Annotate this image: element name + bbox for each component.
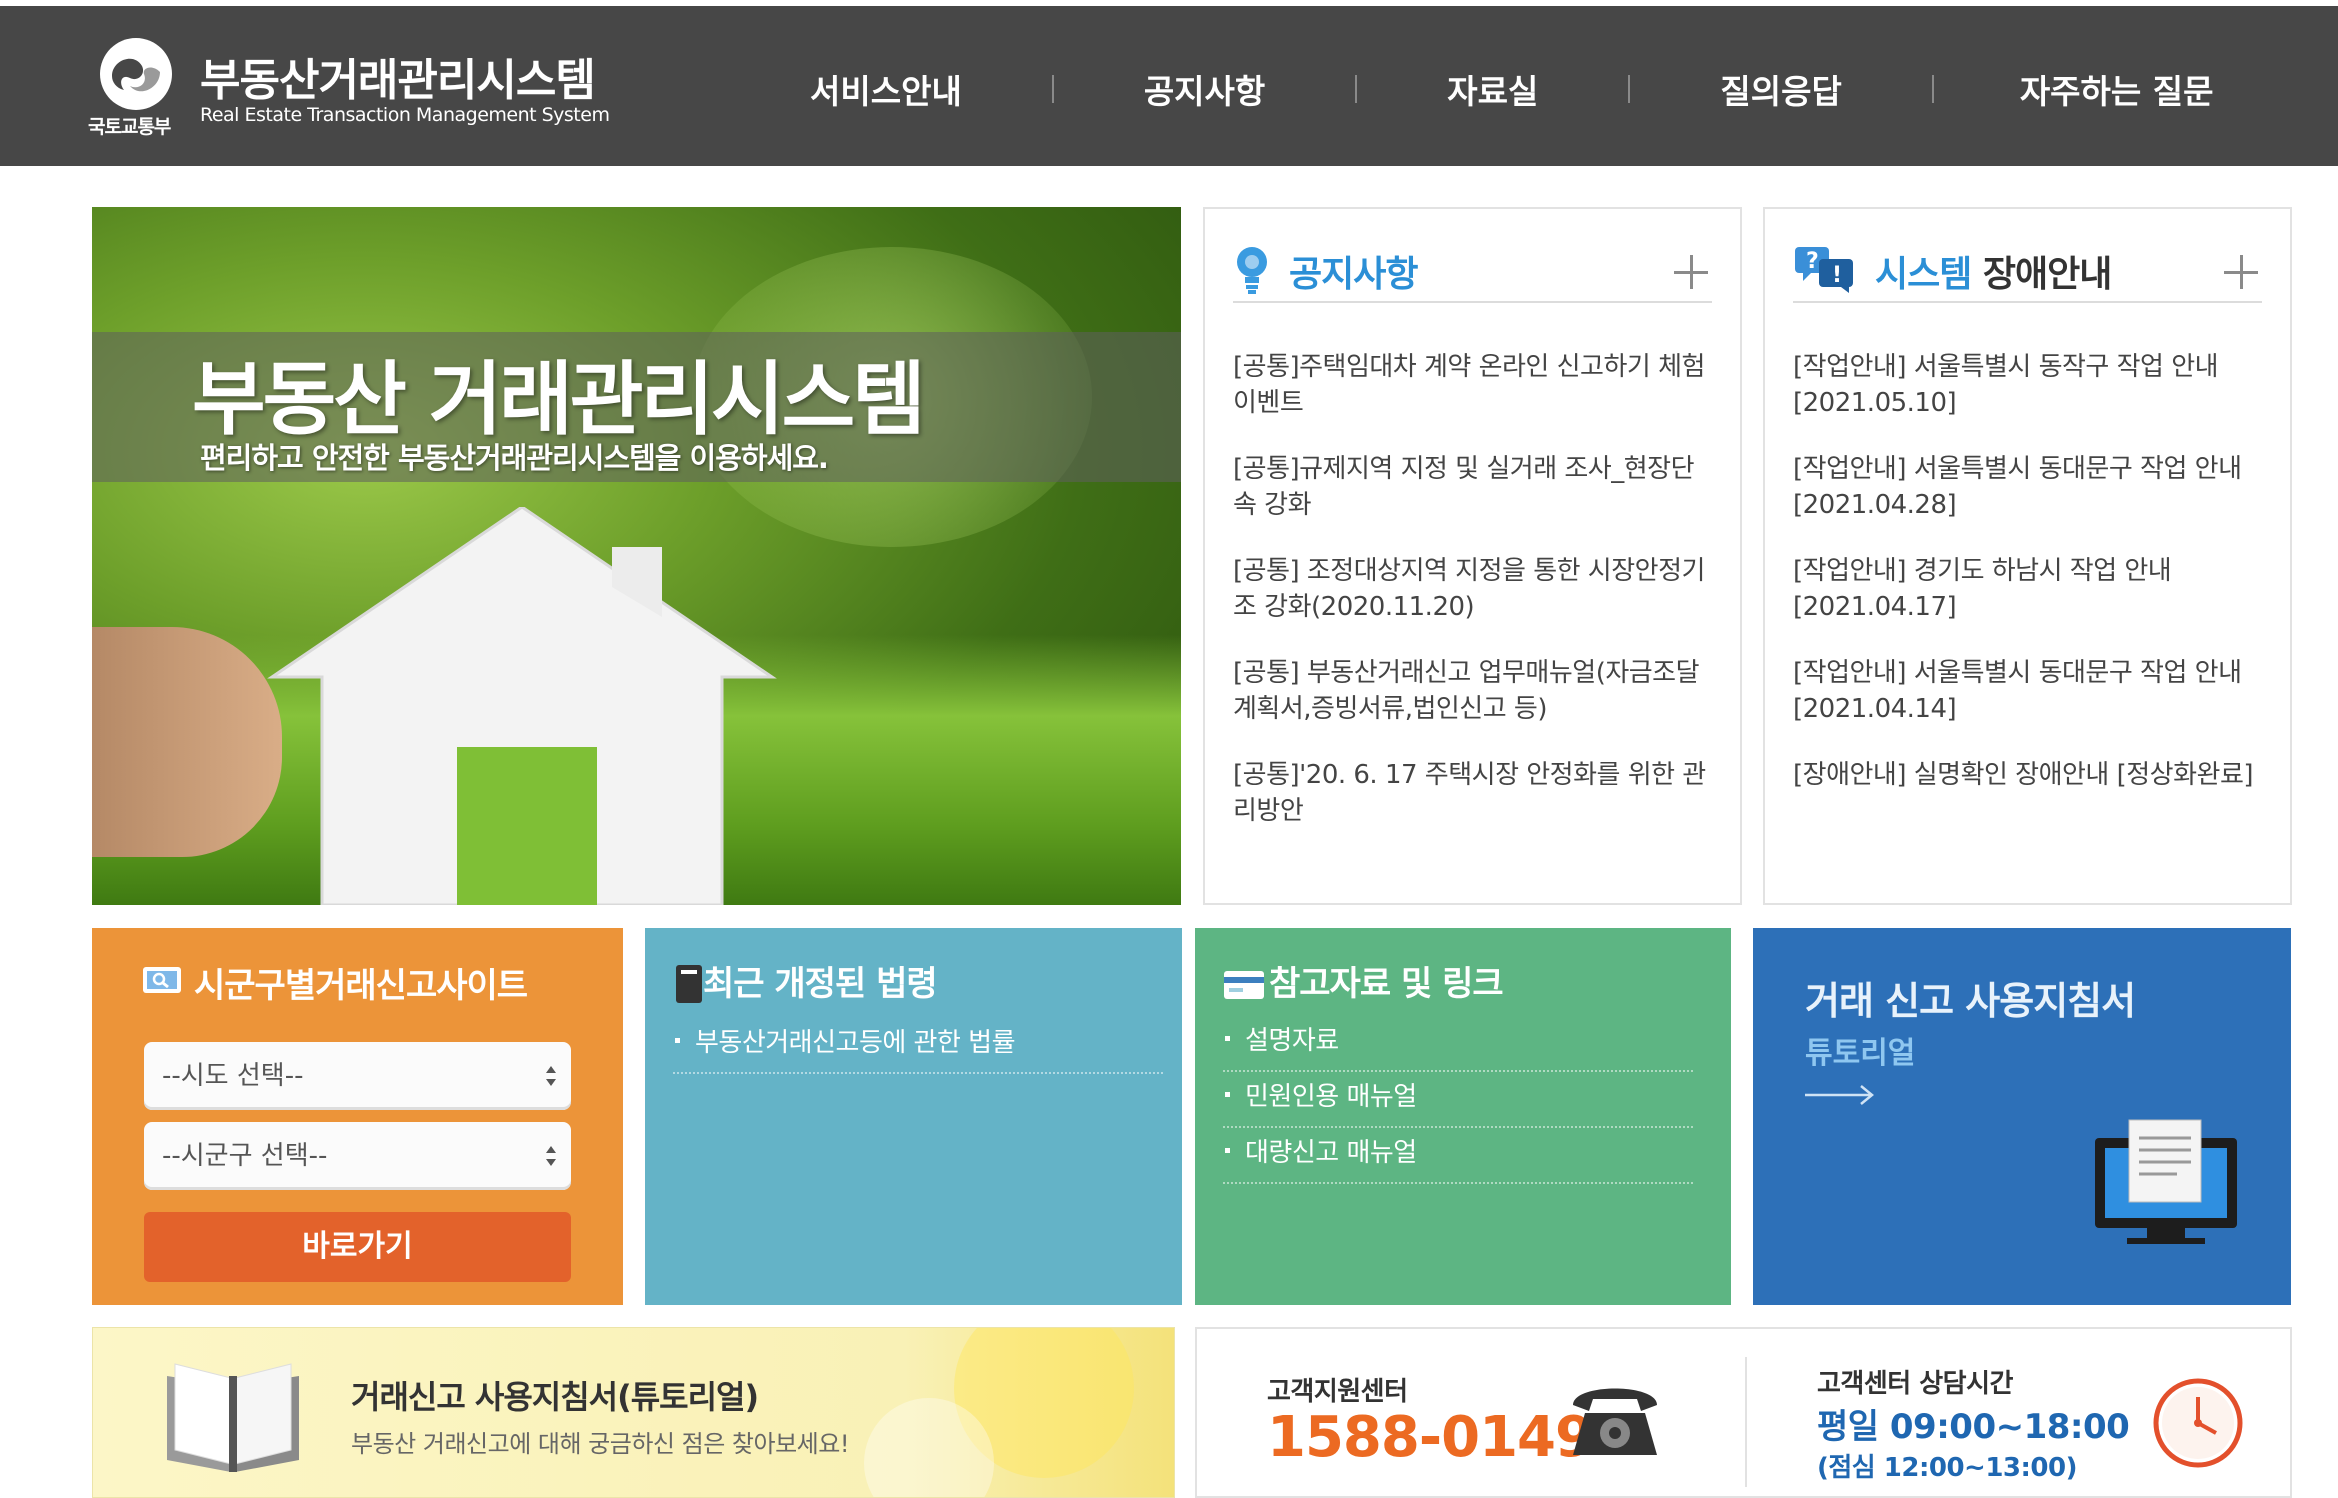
nav-separator bbox=[1628, 75, 1631, 103]
recent-laws-title: 최근 개정된 법령 bbox=[703, 964, 938, 1004]
main-nav: 서비스안내 공지사항 자료실 질의응답 자주하는 질문 bbox=[780, 64, 2213, 114]
nav-service-guide[interactable]: 서비스안내 bbox=[810, 65, 962, 113]
notice-item[interactable]: [공통]규제지역 지정 및 실거래 조사_현장단속 강화 bbox=[1233, 451, 1710, 523]
banner-title: 거래신고 사용지침서(튜토리얼) bbox=[351, 1378, 759, 1416]
fault-item[interactable]: [작업안내] 서울특별시 동대문구 작업 안내 [2021.04.14] bbox=[1793, 655, 2260, 727]
fault-title-a: 시스템 bbox=[1875, 254, 1972, 295]
nav-qna[interactable]: 질의응답 bbox=[1720, 65, 1841, 113]
sigungu-select-value: --시군구 선택-- bbox=[162, 1141, 328, 1171]
speech-bubble-question-icon: ? ! bbox=[1795, 247, 1853, 293]
sido-select[interactable]: --시도 선택-- bbox=[144, 1042, 571, 1110]
hero-title: 부동산 거래관리시스템 bbox=[192, 353, 926, 446]
hero-subtitle: 편리하고 안전한 부동산거래관리시스템을 이용하세요. bbox=[200, 441, 829, 475]
nav-separator bbox=[1931, 75, 1934, 103]
fault-more-plus-icon[interactable] bbox=[2224, 255, 2258, 289]
fault-item[interactable]: [작업안내] 서울특별시 동작구 작업 안내 [2021.05.10] bbox=[1793, 349, 2260, 421]
card-icon bbox=[1224, 971, 1264, 999]
fault-item[interactable]: [작업안내] 서울특별시 동대문구 작업 안내 [2021.04.28] bbox=[1793, 451, 2260, 523]
notice-more-plus-icon[interactable] bbox=[1674, 255, 1708, 289]
references-list: 설명자료 민원인용 매뉴얼 대량신고 매뉴얼 bbox=[1223, 1016, 1693, 1184]
notice-item[interactable]: [공통] 부동산거래신고 업무매뉴얼(자금조달계획서,증빙서류,법인신고 등) bbox=[1233, 655, 1710, 727]
select-arrows-icon bbox=[546, 1146, 556, 1166]
fault-item[interactable]: [작업안내] 경기도 하남시 작업 안내 [2021.04.17] bbox=[1793, 553, 2260, 625]
hero-banner: 부동산 거래관리시스템 편리하고 안전한 부동산거래관리시스템을 이용하세요. bbox=[92, 207, 1181, 905]
site-select-tile: 시군구별거래신고사이트 --시도 선택-- --시군구 선택-- 바로가기 bbox=[92, 928, 623, 1305]
recent-laws-tile: 최근 개정된 법령 부동산거래신고등에 관한 법률 bbox=[645, 928, 1182, 1305]
fault-item[interactable]: [장애안내] 실명확인 장애안내 [정상화완료] bbox=[1793, 757, 2260, 793]
site-header: 국토교통부 부동산거래관리시스템 Real Estate Transaction… bbox=[0, 6, 2338, 166]
paper-house-icon bbox=[267, 507, 777, 905]
references-tile: 참고자료 및 링크 설명자료 민원인용 매뉴얼 대량신고 매뉴얼 bbox=[1195, 928, 1731, 1305]
nav-notice[interactable]: 공지사항 bbox=[1144, 65, 1265, 113]
monitor-document-icon bbox=[2095, 1119, 2237, 1244]
lunch-hours: (점심 12:00~13:00) bbox=[1817, 1453, 2077, 1483]
nav-separator bbox=[1051, 75, 1054, 103]
ministry-emblem-icon[interactable] bbox=[100, 38, 172, 110]
system-fault-panel: ? ! 시스템 장애안내 [작업안내] 서울특별시 동작구 작업 안내 [202… bbox=[1763, 207, 2292, 905]
select-arrows-icon bbox=[546, 1066, 556, 1086]
svg-text:!: ! bbox=[1832, 263, 1842, 288]
references-title: 참고자료 및 링크 bbox=[1269, 964, 1504, 1004]
telephone-icon bbox=[1573, 1388, 1657, 1455]
sido-select-value: --시도 선택-- bbox=[162, 1061, 304, 1091]
notice-item[interactable]: [공통]주택임대차 계약 온라인 신고하기 체험 이벤트 bbox=[1233, 349, 1710, 421]
tutorial-banner[interactable]: 거래신고 사용지침서(튜토리얼) 부동산 거래신고에 대해 궁금하신 점은 찾아… bbox=[92, 1327, 1175, 1498]
go-button[interactable]: 바로가기 bbox=[144, 1212, 571, 1282]
fault-panel-header: ? ! 시스템 장애안내 bbox=[1793, 237, 2262, 303]
book-icon bbox=[676, 965, 702, 1003]
fault-title-b: 장애안내 bbox=[1971, 254, 2112, 295]
sigungu-select[interactable]: --시군구 선택-- bbox=[144, 1122, 571, 1190]
open-book-icon bbox=[167, 1363, 299, 1472]
notice-panel-header: 공지사항 bbox=[1233, 237, 1712, 303]
reference-link[interactable]: 민원인용 매뉴얼 bbox=[1223, 1072, 1693, 1128]
guide-title: 거래 신고 사용지침서 bbox=[1805, 979, 2136, 1023]
guide-tutorial-label[interactable]: 튜토리얼 bbox=[1805, 1028, 1915, 1072]
svg-text:?: ? bbox=[1806, 249, 1819, 274]
notice-item[interactable]: [공통]'20. 6. 17 주택시장 안정화를 위한 관리방안 bbox=[1233, 757, 1710, 829]
notice-panel: 공지사항 [공통]주택임대차 계약 온라인 신고하기 체험 이벤트 [공통]규제… bbox=[1203, 207, 1742, 905]
monitor-search-icon bbox=[143, 967, 181, 993]
hours-label: 고객센터 상담시간 bbox=[1817, 1369, 2013, 1399]
arrow-right-icon[interactable] bbox=[1805, 1083, 1875, 1107]
notice-list: [공통]주택임대차 계약 온라인 신고하기 체험 이벤트 [공통]규제지역 지정… bbox=[1233, 349, 1710, 859]
notice-item[interactable]: [공통] 조정대상지역 지정을 통한 시장안정기조 강화(2020.11.20) bbox=[1233, 553, 1710, 625]
site-select-title: 시군구별거래신고사이트 bbox=[194, 966, 528, 1006]
nav-separator bbox=[1355, 75, 1358, 103]
site-title[interactable]: 부동산거래관리시스템 bbox=[200, 44, 596, 108]
customer-support: 고객지원센터 1588-0149 고객센터 상담시간 평일 09:00~18:0… bbox=[1195, 1327, 2292, 1498]
fault-title[interactable]: 시스템 장애안내 bbox=[1875, 245, 2112, 297]
nav-faq[interactable]: 자주하는 질문 bbox=[2020, 65, 2214, 113]
guide-tile[interactable]: 거래 신고 사용지침서 튜토리얼 bbox=[1753, 928, 2291, 1305]
support-center-label: 고객지원센터 bbox=[1267, 1377, 1408, 1407]
nav-archive[interactable]: 자료실 bbox=[1447, 65, 1538, 113]
reference-link[interactable]: 대량신고 매뉴얼 bbox=[1223, 1128, 1693, 1184]
fault-list: [작업안내] 서울특별시 동작구 작업 안내 [2021.05.10] [작업안… bbox=[1793, 349, 2260, 823]
law-link[interactable]: 부동산거래신고등에 관한 법률 bbox=[673, 1018, 1163, 1074]
notice-title[interactable]: 공지사항 bbox=[1289, 245, 1418, 297]
clock-icon bbox=[2153, 1378, 2243, 1468]
weekday-hours: 평일 09:00~18:00 bbox=[1817, 1407, 2130, 1447]
ministry-name: 국토교통부 bbox=[88, 116, 171, 138]
support-divider bbox=[1745, 1357, 1747, 1487]
laws-list: 부동산거래신고등에 관한 법률 bbox=[673, 1018, 1163, 1074]
reference-link[interactable]: 설명자료 bbox=[1223, 1016, 1693, 1072]
site-subtitle: Real Estate Transaction Management Syste… bbox=[200, 104, 610, 126]
banner-subtitle: 부동산 거래신고에 대해 궁금하신 점은 찾아보세요! bbox=[351, 1430, 849, 1458]
lightbulb-icon bbox=[1237, 247, 1267, 294]
support-phone-number[interactable]: 1588-0149 bbox=[1267, 1405, 1594, 1470]
